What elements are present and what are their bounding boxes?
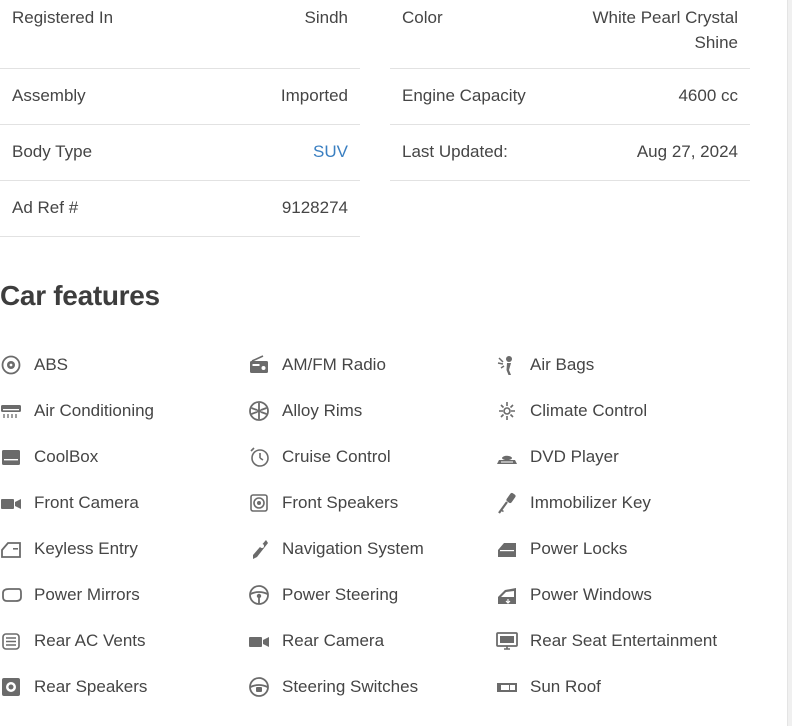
spec-row-last-updated: Last Updated: Aug 27, 2024 [390, 125, 750, 181]
feature-label: Power Steering [282, 585, 399, 604]
feature-label: CoolBox [34, 447, 99, 466]
speaker-box-icon [0, 676, 22, 698]
feature-label: Alloy Rims [282, 401, 363, 420]
spec-label: Body Type [12, 142, 93, 161]
specs-column-right: Color White Pearl Crystal Shine Engine C… [390, 0, 750, 181]
spec-label: Registered In [12, 8, 114, 27]
feature-label: Rear Camera [282, 631, 385, 650]
feature-item-power-mirrors: Power Mirrors [0, 572, 248, 618]
power-lock-icon [496, 538, 518, 560]
feature-item-steering-switches: Steering Switches [248, 664, 496, 710]
spec-label: Color [402, 8, 443, 27]
specs-column-left: Registered In Sindh Assembly Imported Bo… [0, 0, 360, 237]
feature-item-keyless-entry: Keyless Entry [0, 526, 248, 572]
spec-row-body-type: Body Type SUV [0, 125, 360, 181]
spec-label: Ad Ref # [12, 198, 79, 217]
radio-icon [248, 354, 270, 376]
spec-row-assembly: Assembly Imported [0, 69, 360, 125]
feature-item-cruise-control: Cruise Control [248, 434, 496, 480]
spec-row-engine-capacity: Engine Capacity 4600 cc [390, 69, 750, 125]
feature-item-front-camera: Front Camera [0, 480, 248, 526]
feature-item-rear-ac-vents: Rear AC Vents [0, 618, 248, 664]
spec-label: Engine Capacity [402, 86, 526, 105]
spec-value: 9128274 [281, 198, 348, 217]
key-icon [496, 492, 518, 514]
air-conditioning-icon [0, 400, 22, 422]
feature-label: DVD Player [530, 447, 619, 466]
feature-item-power-windows: Power Windows [496, 572, 760, 618]
feature-item-air-bags: Air Bags [496, 342, 760, 388]
feature-item-air-conditioning: Air Conditioning [0, 388, 248, 434]
feature-item-rear-seat-entertainment: Rear Seat Entertainment [496, 618, 760, 664]
feature-item-sun-roof: Sun Roof [496, 664, 760, 710]
spec-label: Last Updated: [402, 142, 508, 161]
feature-label: Cruise Control [282, 447, 391, 466]
coolbox-icon [0, 446, 22, 468]
mirror-icon [0, 584, 22, 606]
feature-label: AM/FM Radio [282, 355, 386, 374]
feature-item-am-fm-radio: AM/FM Radio [248, 342, 496, 388]
spec-value: Aug 27, 2024 [636, 142, 738, 161]
feature-item-rear-speakers: Rear Speakers [0, 664, 248, 710]
feature-item-coolbox: CoolBox [0, 434, 248, 480]
spec-label: Assembly [12, 86, 86, 105]
spec-value: 4600 cc [678, 86, 738, 105]
feature-label: Front Speakers [282, 493, 399, 512]
steering-wheel-icon [248, 584, 270, 606]
feature-label: Rear Speakers [34, 677, 148, 696]
ac-vent-icon [0, 630, 22, 652]
feature-item-front-speakers: Front Speakers [248, 480, 496, 526]
abs-icon [0, 354, 22, 376]
feature-label: Power Locks [530, 539, 628, 558]
feature-label: Power Windows [530, 585, 652, 604]
spec-value: Sindh [304, 8, 348, 27]
feature-label: Climate Control [530, 401, 648, 420]
feature-item-dvd-player: DVD Player [496, 434, 760, 480]
steering-switch-icon [248, 676, 270, 698]
feature-label: Steering Switches [282, 677, 419, 696]
feature-label: Air Conditioning [34, 401, 155, 420]
feature-item-navigation-system: Navigation System [248, 526, 496, 572]
navigation-icon [248, 538, 270, 560]
dvd-player-icon [496, 446, 518, 468]
power-window-icon [496, 584, 518, 606]
sunroof-icon [496, 676, 518, 698]
spec-row-registered-in: Registered In Sindh [0, 0, 360, 69]
entertainment-screen-icon [496, 630, 518, 652]
feature-item-immobilizer-key: Immobilizer Key [496, 480, 760, 526]
feature-label: Power Mirrors [34, 585, 140, 604]
spec-row-ad-ref: Ad Ref # 9128274 [0, 181, 360, 237]
feature-label: Rear Seat Entertainment [530, 631, 718, 650]
cruise-control-icon [248, 446, 270, 468]
body-type-link[interactable]: SUV [313, 139, 348, 164]
feature-item-abs: ABS [0, 342, 248, 388]
camera-icon [248, 630, 270, 652]
spec-value: White Pearl Crystal Shine [592, 8, 738, 52]
feature-item-power-locks: Power Locks [496, 526, 760, 572]
spec-row-color: Color White Pearl Crystal Shine [390, 0, 750, 69]
feature-label: Air Bags [530, 355, 595, 374]
feature-item-climate-control: Climate Control [496, 388, 760, 434]
feature-item-rear-camera: Rear Camera [248, 618, 496, 664]
feature-label: Immobilizer Key [530, 493, 651, 512]
page-scrollbar[interactable] [787, 0, 792, 726]
feature-label: Rear AC Vents [34, 631, 146, 650]
feature-label: Navigation System [282, 539, 424, 558]
feature-label: ABS [34, 355, 69, 374]
car-door-icon [0, 538, 22, 560]
camera-icon [0, 492, 22, 514]
airbag-icon [496, 354, 518, 376]
feature-label: Keyless Entry [34, 539, 138, 558]
feature-label: Sun Roof [530, 677, 601, 696]
feature-item-alloy-rims: Alloy Rims [248, 388, 496, 434]
car-features-list: ABS AM/FM Radio Air Bags Air Conditioning Al… [0, 342, 760, 710]
alloy-rim-icon [248, 400, 270, 422]
spec-value: Imported [280, 86, 348, 105]
feature-label: Front Camera [34, 493, 139, 512]
climate-control-icon [496, 400, 518, 422]
car-features-heading: Car features [0, 280, 160, 311]
speaker-icon [248, 492, 270, 514]
feature-item-power-steering: Power Steering [248, 572, 496, 618]
